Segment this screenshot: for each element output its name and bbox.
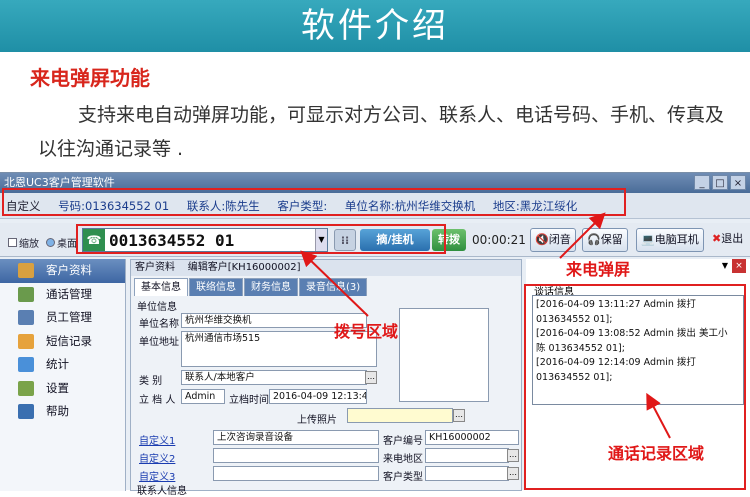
custom1-field[interactable]: 上次咨询录音设备	[213, 430, 379, 445]
hold-label: 保留	[600, 233, 623, 246]
sidebar-item-label: 员工管理	[46, 310, 92, 324]
close-icon[interactable]: ×	[730, 175, 746, 190]
section-title: 来电弹屏功能	[30, 66, 150, 90]
help-icon	[18, 404, 34, 419]
headset-label: 电脑耳机	[654, 233, 699, 246]
headset-button[interactable]: 💻电脑耳机	[636, 228, 704, 252]
sidebar-item[interactable]: 客户资料	[0, 259, 125, 283]
custom2-link[interactable]: 自定义2	[139, 450, 175, 465]
window-controls: _ □ ×	[694, 175, 746, 190]
call-timer: 00:00:21	[472, 233, 526, 247]
exit-label: 退出	[721, 232, 744, 245]
unit-name-label: 单位名称	[139, 319, 179, 330]
sidebar: 客户资料通话管理员工管理短信记录统计设置帮助	[0, 259, 126, 491]
custom2-field[interactable]	[213, 448, 379, 463]
created-time-field[interactable]: 2016-04-09 12:13:40	[269, 389, 367, 404]
phone-icon	[18, 286, 34, 302]
tab-basic[interactable]: 基本信息	[134, 278, 188, 296]
category-picker-icon[interactable]: …	[365, 371, 377, 384]
form-tabs: 基本信息 联络信息 财务信息 录音信息(3)	[131, 278, 521, 296]
sidebar-item-label: 统计	[46, 357, 69, 371]
customer-type-field[interactable]	[425, 466, 509, 481]
popup-highlight	[2, 188, 626, 216]
sidebar-item[interactable]: 员工管理	[0, 306, 125, 330]
sidebar-item[interactable]: 通话管理	[0, 283, 125, 307]
desktop-radio[interactable]: 桌面	[46, 235, 77, 250]
minimize-icon[interactable]: _	[694, 175, 710, 190]
mute-button[interactable]: 🔇闭音	[530, 228, 576, 252]
customer-code-field[interactable]: KH16000002	[425, 430, 519, 445]
sidebar-item-label: 短信记录	[46, 333, 92, 348]
tab-finance[interactable]: 财务信息	[244, 278, 298, 296]
chart-icon	[18, 357, 34, 372]
sidebar-item[interactable]: 帮助	[0, 400, 125, 424]
sidebar-item-label: 客户资料	[46, 263, 92, 277]
hold-button[interactable]: 🎧保留	[582, 228, 628, 252]
caller-region-field[interactable]	[425, 448, 509, 463]
users-icon	[18, 263, 34, 278]
settings-icon	[18, 380, 34, 396]
created-time-label: 立档时间	[229, 395, 269, 406]
tab-recording[interactable]: 录音信息(3)	[299, 278, 368, 296]
unit-info-heading: 单位信息	[137, 302, 177, 313]
sidebar-item-label: 设置	[46, 380, 69, 395]
custom3-field[interactable]	[213, 466, 379, 481]
shrink-label: 缩放	[19, 239, 39, 250]
sidebar-item[interactable]: 设置	[0, 377, 125, 401]
customer-form: 客户资料 编辑客户[KH16000002] 基本信息 联络信息 财务信息 录音信…	[130, 259, 522, 497]
annotation-comm: 通话记录区域	[608, 444, 705, 463]
ctype-picker-icon[interactable]: …	[507, 467, 519, 480]
category-field[interactable]: 联系人/本地客户	[181, 370, 367, 385]
section-description: 支持来电自动弹屏功能，可显示对方公司、联系人、电话号码、手机、传真及以往沟通记录…	[38, 104, 725, 160]
sidebar-item[interactable]: 短信记录	[0, 330, 125, 354]
hero-banner: 软件介绍	[0, 0, 750, 52]
sidebar-item-label: 帮助	[46, 404, 69, 418]
sidebar-item-label: 通话管理	[46, 286, 92, 301]
computer-icon: 💻	[641, 233, 655, 246]
upload-photo-field[interactable]	[347, 408, 453, 423]
custom1-link[interactable]: 自定义1	[139, 432, 175, 447]
annotation-popup: 来电弹屏	[566, 260, 631, 279]
sidebar-item[interactable]: 统计	[0, 353, 125, 377]
creator-label: 立 档 人	[139, 395, 176, 406]
exit-button[interactable]: ✖退出	[712, 228, 743, 252]
form-header-right: 编辑客户[KH16000002]	[187, 262, 301, 273]
photo-frame	[399, 308, 489, 402]
staff-icon	[18, 310, 34, 325]
panel-dropdown-icon[interactable]: ▼	[722, 261, 728, 270]
dial-highlight	[76, 224, 446, 254]
annotation-dial: 拨号区域	[334, 322, 399, 341]
customer-code-label: 客户编号	[383, 436, 423, 447]
upload-picker-icon[interactable]: …	[453, 409, 465, 422]
customer-type-label: 客户类型	[383, 472, 423, 483]
category-label: 类 别	[139, 376, 163, 387]
hero-title: 软件介绍	[301, 6, 449, 46]
radio-icon	[46, 238, 55, 247]
form-header: 客户资料 编辑客户[KH16000002]	[131, 260, 521, 276]
shrink-checkbox[interactable]: 缩放	[8, 235, 39, 250]
checkbox-icon	[8, 238, 17, 247]
sms-icon	[18, 333, 34, 349]
maximize-icon[interactable]: □	[712, 175, 728, 190]
mute-label: 闭音	[548, 233, 571, 246]
headphone-icon: 🎧	[587, 233, 601, 246]
close-panel-icon[interactable]: ×	[732, 259, 746, 273]
mic-icon: 🔇	[535, 233, 549, 246]
custom3-link[interactable]: 自定义3	[139, 468, 175, 483]
creator-field[interactable]: Admin	[181, 389, 225, 404]
tab-contact[interactable]: 联络信息	[189, 278, 243, 296]
form-header-left: 客户资料	[135, 262, 175, 273]
caller-region-label: 来电地区	[383, 454, 423, 465]
desktop-label: 桌面	[57, 239, 77, 250]
region-picker-icon[interactable]: …	[507, 449, 519, 462]
upload-photo-label: 上传照片	[297, 415, 337, 426]
exit-icon: ✖	[712, 232, 722, 245]
unit-address-label: 单位地址	[139, 337, 179, 348]
